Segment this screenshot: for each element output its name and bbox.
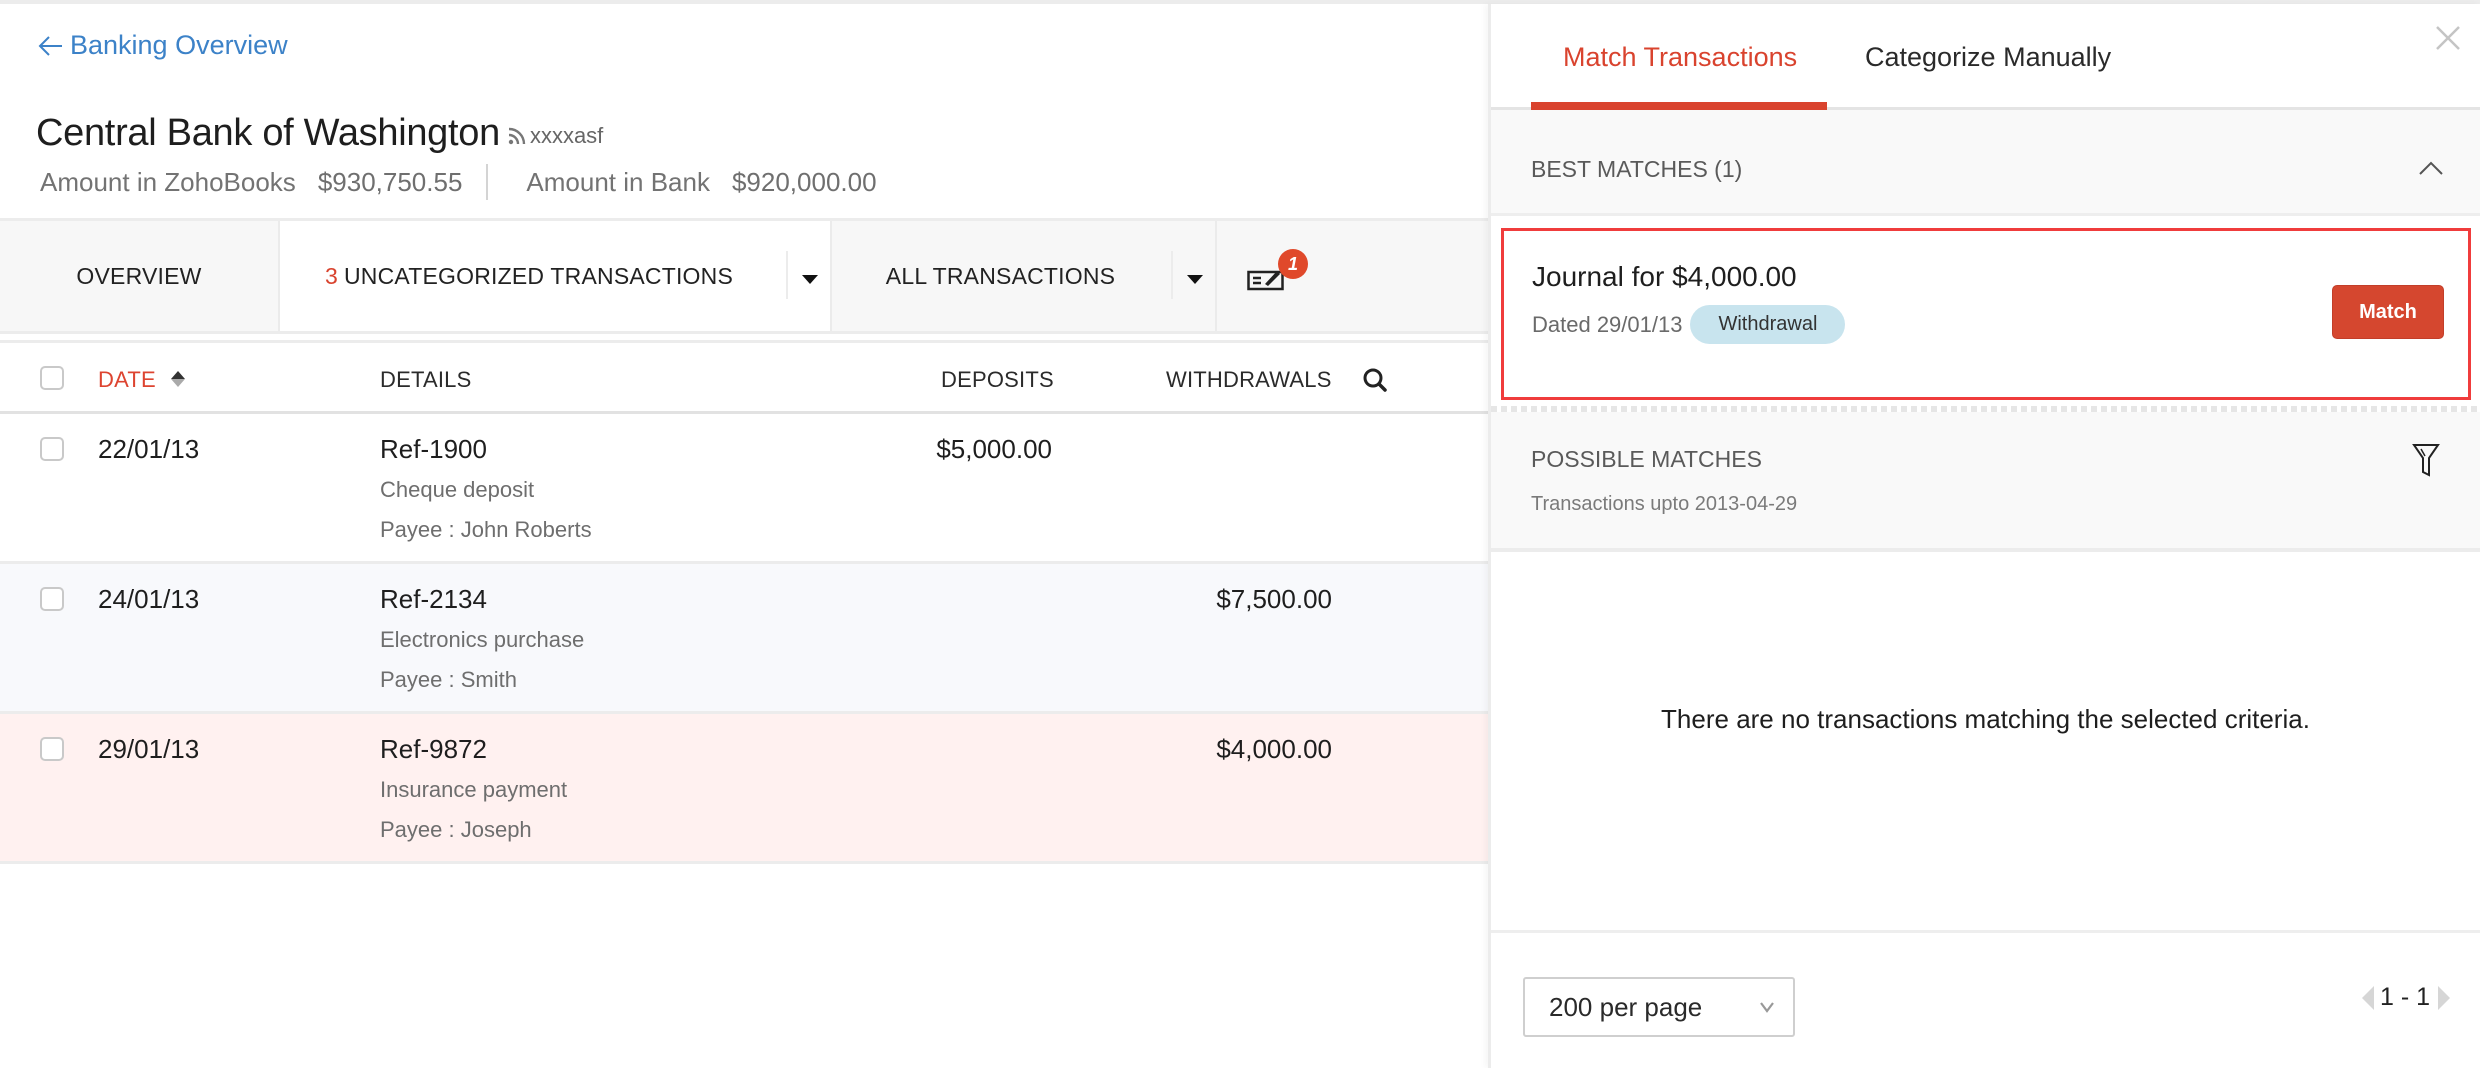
per-page-value: 200 per page bbox=[1549, 991, 1703, 1022]
tab-match-transactions[interactable]: Match Transactions bbox=[1563, 42, 1797, 73]
amount-divider bbox=[486, 164, 489, 200]
page-range: 1 - 1 bbox=[2379, 983, 2430, 1011]
sort-ascending-icon[interactable] bbox=[170, 370, 186, 388]
per-page-select[interactable]: 200 per page bbox=[1523, 977, 1795, 1037]
amount-bank-label: Amount in Bank bbox=[526, 166, 710, 197]
panel-tabs: Match Transactions Categorize Manually bbox=[1491, 4, 2480, 110]
row-date: 24/01/13 bbox=[98, 584, 200, 614]
row-payee: Payee : Smith bbox=[380, 667, 517, 692]
tab-overview-label: OVERVIEW bbox=[76, 262, 202, 289]
close-icon[interactable] bbox=[2434, 24, 2462, 52]
back-to-banking-overview-link[interactable]: Banking Overview bbox=[36, 30, 288, 61]
match-dated: Dated 29/01/13 Withdrawal bbox=[1532, 305, 1846, 344]
row-checkbox[interactable] bbox=[40, 737, 64, 761]
cheque-notification-badge: 1 bbox=[1278, 249, 1308, 279]
bank-name: Central Bank of Washington bbox=[36, 112, 500, 154]
chevron-down-icon bbox=[1760, 1002, 1774, 1013]
next-page-icon[interactable] bbox=[2438, 985, 2450, 1010]
tab-categorize-manually[interactable]: Categorize Manually bbox=[1865, 42, 2111, 73]
column-header-withdrawals: WITHDRAWALS bbox=[1166, 367, 1332, 392]
best-matches-title: BEST MATCHES (1) bbox=[1531, 156, 1743, 182]
previous-page-icon[interactable] bbox=[2361, 985, 2374, 1010]
row-deposit: $5,000.00 bbox=[936, 434, 1052, 464]
row-reference: Ref-9872 bbox=[380, 734, 487, 764]
empty-state-message: There are no transactions matching the s… bbox=[1661, 704, 2310, 734]
possible-matches-title: POSSIBLE MATCHES bbox=[1531, 446, 1762, 472]
amount-bank-value: $920,000.00 bbox=[731, 166, 877, 197]
tab-divider bbox=[1171, 251, 1173, 299]
filter-icon[interactable] bbox=[2412, 442, 2440, 478]
row-date: 29/01/13 bbox=[98, 734, 200, 764]
match-journal-title: Journal for $4,000.00 bbox=[1532, 261, 1797, 292]
match-date: Dated 29/01/13 bbox=[1532, 311, 1683, 337]
row-checkbox[interactable] bbox=[40, 587, 64, 611]
amount-summary: Amount in ZohoBooks $930,750.55 Amount i… bbox=[40, 164, 877, 200]
tab-divider bbox=[786, 251, 788, 299]
tab-all-transactions-label: ALL TRANSACTIONS bbox=[885, 262, 1116, 289]
search-icon[interactable] bbox=[1362, 367, 1388, 393]
table-header: DATE DETAILS DEPOSITS WITHDRAWALS bbox=[0, 340, 1488, 414]
best-match-card: Journal for $4,000.00 Dated 29/01/13 Wit… bbox=[1501, 228, 2471, 400]
table-row-selected[interactable]: 29/01/13 Ref-9872 Insurance payment Paye… bbox=[0, 714, 1488, 864]
match-transactions-panel: Match Transactions Categorize Manually B… bbox=[1488, 4, 2480, 1068]
select-all-checkbox[interactable] bbox=[40, 366, 64, 390]
feed-account: xxxxasf bbox=[529, 123, 604, 148]
table-row[interactable]: 22/01/13 Ref-1900 Cheque deposit Payee :… bbox=[0, 414, 1488, 564]
column-header-deposits: DEPOSITS bbox=[941, 367, 1054, 392]
uncategorized-dropdown-caret-icon[interactable] bbox=[802, 275, 818, 284]
tab-uncategorized-transactions[interactable]: 3 UNCATEGORIZED TRANSACTIONS bbox=[280, 221, 832, 331]
arrow-left-icon bbox=[38, 35, 62, 56]
active-tab-underline bbox=[1531, 102, 1827, 110]
row-payee: Payee : Joseph bbox=[380, 817, 532, 842]
chevron-up-icon[interactable] bbox=[2418, 160, 2444, 176]
bank-title: Central Bank of Washington xxxxasf bbox=[36, 112, 603, 155]
rss-feed-icon bbox=[508, 127, 526, 145]
tab-uncategorized-label: UNCATEGORIZED TRANSACTIONS bbox=[344, 262, 733, 289]
row-description: Cheque deposit bbox=[380, 477, 535, 502]
back-link-label: Banking Overview bbox=[70, 30, 288, 60]
bank-feed: xxxxasf bbox=[508, 123, 603, 149]
banking-main: Banking Overview Central Bank of Washing… bbox=[0, 4, 1488, 1068]
column-header-date[interactable]: DATE bbox=[98, 367, 156, 393]
uncategorized-count: 3 bbox=[325, 262, 338, 289]
tab-all-transactions[interactable]: ALL TRANSACTIONS bbox=[832, 221, 1217, 331]
transaction-tabbar: OVERVIEW 3 UNCATEGORIZED TRANSACTIONS ALL… bbox=[0, 218, 1488, 334]
row-reference: Ref-2134 bbox=[380, 584, 487, 614]
best-matches-header[interactable]: BEST MATCHES (1) bbox=[1491, 110, 2480, 216]
row-checkbox[interactable] bbox=[40, 437, 64, 461]
all-transactions-dropdown-caret-icon[interactable] bbox=[1187, 275, 1203, 284]
row-withdrawal: $4,000.00 bbox=[1216, 734, 1332, 764]
table-row[interactable]: 24/01/13 Ref-2134 Electronics purchase P… bbox=[0, 564, 1488, 714]
match-button[interactable]: Match bbox=[2332, 285, 2444, 339]
row-payee: Payee : John Roberts bbox=[380, 517, 592, 542]
row-description: Insurance payment bbox=[380, 777, 568, 802]
row-reference: Ref-1900 bbox=[380, 434, 487, 464]
possible-matches-subtitle: Transactions upto 2013-04-29 bbox=[1531, 493, 1798, 515]
tab-overview[interactable]: OVERVIEW bbox=[0, 221, 280, 331]
column-header-details: DETAILS bbox=[380, 367, 472, 392]
row-date: 22/01/13 bbox=[98, 434, 200, 464]
possible-matches-header: POSSIBLE MATCHES Transactions upto 2013-… bbox=[1491, 412, 2480, 552]
pagination: 1 - 1 bbox=[2361, 983, 2450, 1012]
amount-books-value: $930,750.55 bbox=[317, 166, 463, 197]
row-description: Electronics purchase bbox=[380, 627, 585, 652]
panel-footer: 200 per page 1 - 1 bbox=[1491, 930, 2480, 1068]
amount-books-label: Amount in ZohoBooks bbox=[40, 166, 296, 197]
row-withdrawal: $7,500.00 bbox=[1216, 584, 1332, 614]
withdrawal-badge: Withdrawal bbox=[1690, 305, 1846, 344]
